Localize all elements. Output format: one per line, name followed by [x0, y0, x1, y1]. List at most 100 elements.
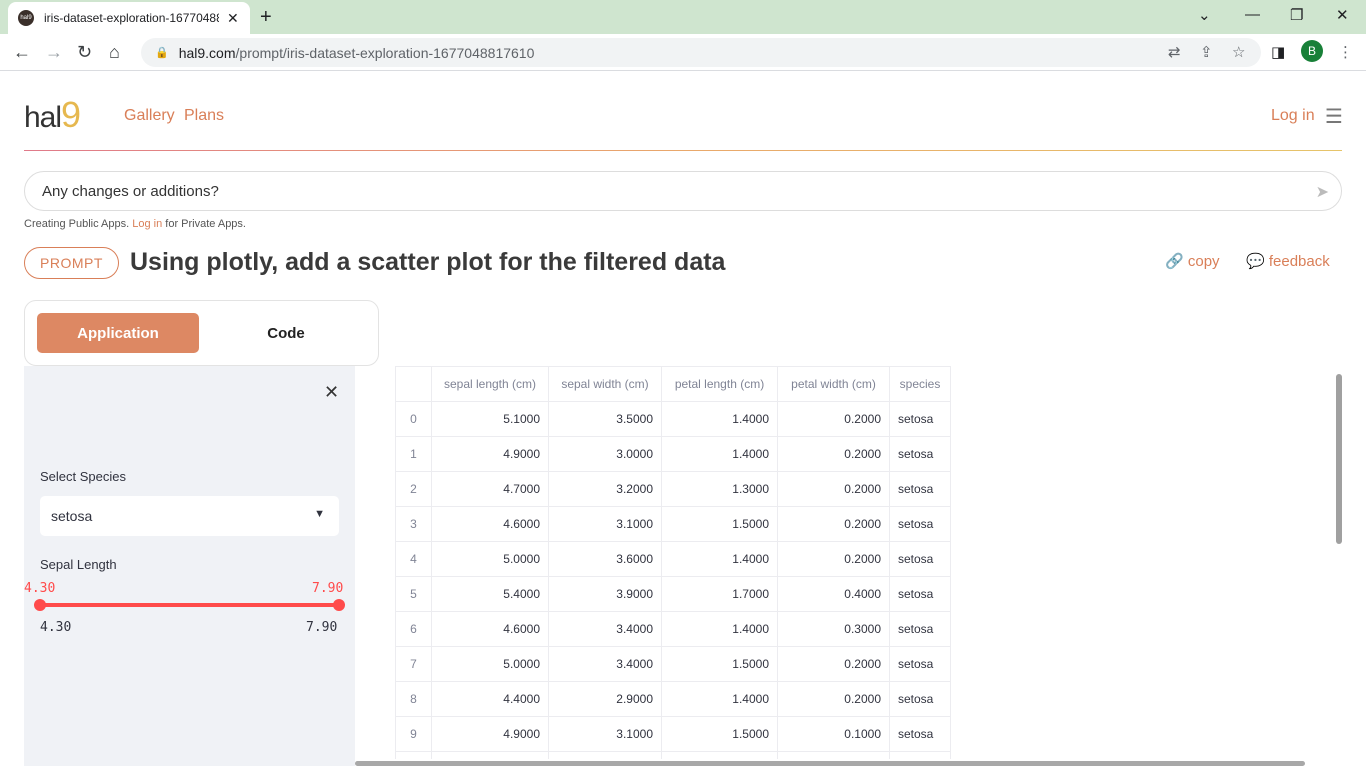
- table-cell[interactable]: setosa: [889, 611, 951, 647]
- species-select[interactable]: setosa ▼: [40, 496, 339, 536]
- table-cell[interactable]: 0.2000: [777, 471, 890, 507]
- new-tab-icon[interactable]: +: [260, 6, 272, 29]
- table-cell[interactable]: 5.1000: [431, 401, 549, 437]
- table-cell[interactable]: 3.1000: [548, 716, 662, 752]
- table-cell[interactable]: 1.4000: [661, 541, 778, 577]
- table-cell[interactable]: 5.0000: [431, 541, 549, 577]
- translate-icon[interactable]: ⇄: [1168, 43, 1181, 61]
- table-cell[interactable]: 1.3000: [661, 471, 778, 507]
- column-header-sepal-width[interactable]: sepal width (cm): [548, 366, 662, 402]
- data-table-container[interactable]: sepal length (cm) sepal width (cm) petal…: [395, 366, 951, 759]
- table-cell[interactable]: 3.1000: [548, 506, 662, 542]
- table-cell[interactable]: 1.4000: [661, 611, 778, 647]
- table-cell[interactable]: 0.2000: [777, 506, 890, 542]
- column-header-petal-width[interactable]: petal width (cm): [777, 366, 890, 402]
- table-cell[interactable]: 3.2000: [548, 471, 662, 507]
- table-cell[interactable]: setosa: [889, 576, 951, 612]
- table-cell[interactable]: 1.5000: [661, 716, 778, 752]
- tab-application[interactable]: Application: [37, 313, 199, 353]
- hal9-logo[interactable]: hal9: [24, 94, 81, 136]
- table-cell[interactable]: 3.5000: [548, 401, 662, 437]
- table-cell[interactable]: setosa: [889, 646, 951, 682]
- table-cell[interactable]: setosa: [889, 681, 951, 717]
- table-cell[interactable]: 3.9000: [548, 576, 662, 612]
- feedback-button[interactable]: 💬 feedback: [1246, 252, 1330, 270]
- table-cell[interactable]: 4.9000: [431, 436, 549, 472]
- table-cell[interactable]: 1.4000: [661, 436, 778, 472]
- row-index-cell[interactable]: 8: [395, 681, 432, 717]
- minimize-icon[interactable]: —: [1245, 6, 1260, 23]
- table-cell[interactable]: setosa: [889, 401, 951, 437]
- table-cell[interactable]: 0.2000: [777, 681, 890, 717]
- row-index-cell[interactable]: 6: [395, 611, 432, 647]
- prompt-input[interactable]: Any changes or additions? ➤: [24, 171, 1342, 211]
- row-index-cell[interactable]: 4: [395, 541, 432, 577]
- profile-avatar[interactable]: B: [1301, 40, 1323, 62]
- table-cell[interactable]: 0.1000: [777, 716, 890, 752]
- table-cell[interactable]: setosa: [889, 751, 951, 759]
- table-cell[interactable]: 5.4000: [431, 751, 549, 759]
- table-cell[interactable]: 1.5000: [661, 751, 778, 759]
- reload-icon[interactable]: ↻: [77, 42, 92, 63]
- login-link[interactable]: Log in: [1271, 107, 1315, 125]
- table-cell[interactable]: 0.2000: [777, 401, 890, 437]
- table-cell[interactable]: 1.7000: [661, 576, 778, 612]
- table-cell[interactable]: setosa: [889, 716, 951, 752]
- browser-tab[interactable]: hal9 iris-dataset-exploration-16770488 ✕: [8, 2, 250, 34]
- nav-gallery[interactable]: Gallery: [124, 107, 175, 125]
- browser-menu-icon[interactable]: ⋮: [1338, 43, 1353, 61]
- table-cell[interactable]: 4.4000: [431, 681, 549, 717]
- table-cell[interactable]: 4.6000: [431, 611, 549, 647]
- table-cell[interactable]: 4.9000: [431, 716, 549, 752]
- table-cell[interactable]: 0.2000: [777, 751, 890, 759]
- table-cell[interactable]: 4.6000: [431, 506, 549, 542]
- sepal-length-slider[interactable]: [40, 603, 339, 607]
- share-icon[interactable]: ⇪: [1200, 43, 1213, 61]
- side-panel-icon[interactable]: ◨: [1271, 43, 1285, 61]
- vertical-scrollbar[interactable]: [1336, 374, 1342, 544]
- table-cell[interactable]: setosa: [889, 506, 951, 542]
- column-header-species[interactable]: species: [889, 366, 951, 402]
- table-cell[interactable]: setosa: [889, 436, 951, 472]
- table-cell[interactable]: 3.6000: [548, 541, 662, 577]
- home-icon[interactable]: ⌂: [109, 42, 120, 63]
- row-index-cell[interactable]: 2: [395, 471, 432, 507]
- row-index-cell[interactable]: 1: [395, 436, 432, 472]
- slider-max-thumb[interactable]: [333, 599, 345, 611]
- table-cell[interactable]: 1.4000: [661, 681, 778, 717]
- table-cell[interactable]: 0.3000: [777, 611, 890, 647]
- slider-min-thumb[interactable]: [34, 599, 46, 611]
- table-cell[interactable]: 0.2000: [777, 646, 890, 682]
- lock-icon[interactable]: 🔒: [155, 46, 169, 59]
- table-cell[interactable]: setosa: [889, 541, 951, 577]
- table-cell[interactable]: 0.4000: [777, 576, 890, 612]
- table-cell[interactable]: 1.5000: [661, 646, 778, 682]
- copy-button[interactable]: 🔗 copy: [1165, 252, 1220, 270]
- row-index-cell[interactable]: 0: [395, 401, 432, 437]
- table-cell[interactable]: 3.4000: [548, 611, 662, 647]
- table-cell[interactable]: 4.7000: [431, 471, 549, 507]
- row-index-cell[interactable]: 10: [395, 751, 432, 759]
- column-header-sepal-length[interactable]: sepal length (cm): [431, 366, 549, 402]
- table-cell[interactable]: 1.4000: [661, 401, 778, 437]
- table-cell[interactable]: 0.2000: [777, 541, 890, 577]
- table-cell[interactable]: 5.0000: [431, 646, 549, 682]
- row-index-cell[interactable]: 9: [395, 716, 432, 752]
- forward-icon[interactable]: →: [45, 42, 63, 63]
- public-note-login-link[interactable]: Log in: [132, 218, 162, 230]
- tab-search-chevron-icon[interactable]: ⌄: [1198, 6, 1211, 24]
- table-cell[interactable]: 3.7000: [548, 751, 662, 759]
- column-header-index[interactable]: [395, 366, 432, 402]
- nav-plans[interactable]: Plans: [184, 107, 224, 125]
- tab-code[interactable]: Code: [205, 313, 367, 353]
- table-cell[interactable]: setosa: [889, 471, 951, 507]
- table-cell[interactable]: 5.4000: [431, 576, 549, 612]
- address-bar[interactable]: 🔒 hal9.com/prompt/iris-dataset-explorati…: [141, 38, 1261, 67]
- table-cell[interactable]: 0.2000: [777, 436, 890, 472]
- window-close-icon[interactable]: ✕: [1336, 6, 1349, 24]
- table-cell[interactable]: 2.9000: [548, 681, 662, 717]
- row-index-cell[interactable]: 7: [395, 646, 432, 682]
- row-index-cell[interactable]: 5: [395, 576, 432, 612]
- hamburger-menu-icon[interactable]: ☰: [1325, 104, 1343, 129]
- table-cell[interactable]: 3.4000: [548, 646, 662, 682]
